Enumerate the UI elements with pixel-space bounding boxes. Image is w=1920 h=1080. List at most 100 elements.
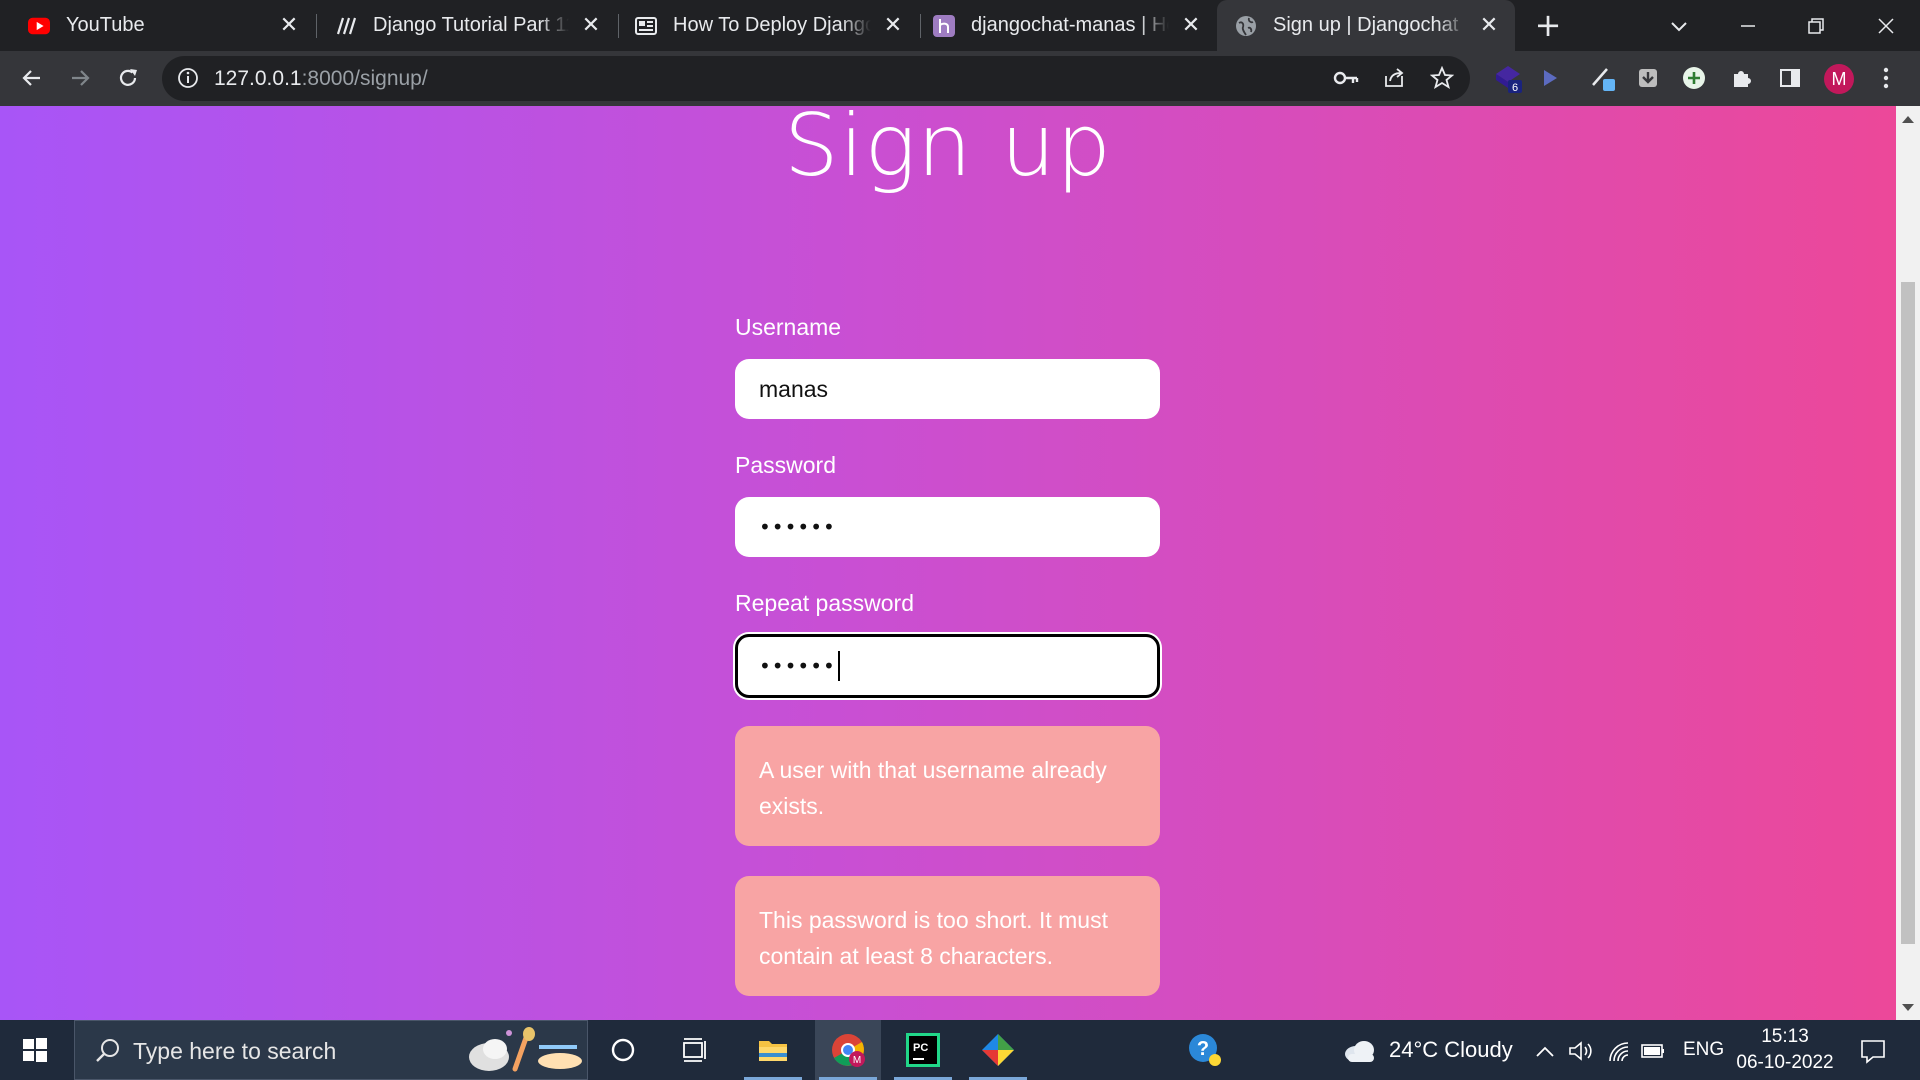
new-tab-button[interactable]: + — [1532, 9, 1564, 42]
taskbar-pycharm[interactable]: PC — [890, 1020, 956, 1080]
scroll-up-arrow-icon[interactable] — [1902, 116, 1914, 123]
repeat-password-input[interactable]: •••••• — [735, 634, 1160, 698]
language-indicator[interactable]: ENG — [1683, 1039, 1724, 1061]
scrollbar-thumb[interactable] — [1901, 282, 1915, 944]
menu-kebab-icon[interactable] — [1870, 62, 1902, 94]
tab-deploy-django[interactable]: How To Deploy Django A ✕ — [619, 0, 919, 51]
cortana-button[interactable] — [590, 1020, 656, 1080]
text-caret — [837, 651, 840, 681]
repeat-password-label: Repeat password — [735, 590, 914, 616]
puzzle-extensions-icon[interactable] — [1726, 62, 1758, 94]
scroll-down-arrow-icon[interactable] — [1902, 1004, 1914, 1011]
back-button[interactable] — [16, 62, 48, 94]
taskbar-help[interactable]: ? — [1172, 1020, 1238, 1080]
close-tab-icon[interactable]: ✕ — [1477, 13, 1501, 38]
extension-badge-count: 6 — [1512, 82, 1518, 94]
chevron-up-icon[interactable] — [1532, 1038, 1558, 1064]
tab-title: How To Deploy Django A — [673, 14, 871, 36]
share-icon[interactable] — [1378, 62, 1410, 94]
tab-title: djangochat-manas | Herok — [971, 14, 1169, 36]
globe-icon — [1235, 15, 1257, 37]
browser-toolbar: 127.0.0.1:8000/signup/ 6 M — [0, 51, 1920, 106]
tab-django-tutorial[interactable]: Django Tutorial Part 11: D ✕ — [317, 0, 617, 51]
clock-date: 06-10-2022 — [1736, 1052, 1834, 1073]
battery-icon[interactable] — [1640, 1038, 1666, 1064]
reload-icon — [119, 69, 137, 86]
wifi-icon[interactable] — [1606, 1038, 1632, 1064]
close-tab-icon[interactable]: ✕ — [277, 13, 301, 38]
taskbar-search-box[interactable]: Type here to search — [74, 1020, 588, 1080]
download-extension-icon[interactable] — [1632, 62, 1664, 94]
restore-button[interactable] — [1782, 0, 1850, 51]
close-tab-icon[interactable]: ✕ — [1179, 13, 1203, 38]
heroku-icon — [933, 14, 955, 37]
bookmark-star-icon[interactable] — [1426, 62, 1458, 94]
forward-button[interactable] — [64, 62, 96, 94]
windows-taskbar: Type here to search M PC ? 24°C Cloudy E… — [0, 1020, 1920, 1080]
notification-icon[interactable] — [1858, 1038, 1888, 1064]
tab-strip: YouTube ✕ Django Tutorial Part 11: D ✕ H… — [0, 0, 1920, 51]
tab-heroku[interactable]: djangochat-manas | Herok ✕ — [921, 0, 1217, 51]
arrow-left-icon — [22, 70, 40, 86]
restore-icon — [1808, 17, 1824, 34]
help-question-icon: ? — [1189, 1034, 1221, 1066]
tab-signup-active[interactable]: Sign up | Djangochat ✕ — [1217, 0, 1515, 51]
password-input[interactable]: •••••• — [735, 497, 1160, 557]
taskbar-file-explorer[interactable] — [740, 1020, 806, 1080]
plus-extension-icon[interactable] — [1678, 62, 1710, 94]
password-label: Password — [735, 452, 836, 478]
taskbar-clock[interactable]: 15:13 06-10-2022 — [1730, 1024, 1840, 1076]
minimize-icon — [1741, 24, 1755, 27]
chrome-icon: M — [832, 1034, 865, 1067]
minimize-button[interactable] — [1714, 0, 1782, 51]
repeat-password-value: •••••• — [759, 654, 836, 678]
close-tab-icon[interactable]: ✕ — [881, 13, 905, 38]
key-icon[interactable] — [1330, 62, 1362, 94]
taskbar-git-app[interactable] — [965, 1020, 1031, 1080]
article-icon — [635, 15, 657, 37]
cloud-weather-icon[interactable] — [1342, 1038, 1378, 1064]
close-window-button[interactable] — [1852, 0, 1920, 51]
svg-text:?: ? — [1197, 1038, 1209, 1060]
reload-button[interactable] — [112, 62, 144, 94]
tab-search-button[interactable] — [1665, 12, 1693, 40]
close-icon — [1878, 17, 1894, 34]
pycharm-icon: PC — [906, 1033, 940, 1067]
weather-text[interactable]: 24°C Cloudy — [1389, 1037, 1513, 1063]
tab-title: YouTube — [66, 14, 145, 36]
play-extension-icon[interactable] — [1534, 62, 1566, 94]
start-button[interactable] — [0, 1020, 70, 1080]
git-diamond-icon — [982, 1034, 1014, 1066]
profile-avatar[interactable]: M — [1824, 64, 1854, 94]
search-highlight-illustration-icon — [469, 1027, 582, 1072]
page-title: Sign up — [783, 106, 1113, 196]
arrow-right-icon — [72, 70, 90, 86]
password-value: •••••• — [759, 515, 836, 539]
search-icon — [95, 1037, 121, 1068]
volume-icon[interactable] — [1568, 1038, 1594, 1064]
task-view-button[interactable] — [662, 1020, 728, 1080]
address-bar[interactable]: 127.0.0.1:8000/signup/ — [162, 56, 1470, 101]
side-panel-icon[interactable] — [1774, 62, 1806, 94]
mdn-icon — [335, 15, 357, 37]
error-message-password: This password is too short. It must cont… — [735, 876, 1160, 996]
username-input[interactable]: manas — [735, 359, 1160, 419]
tab-youtube[interactable]: YouTube ✕ — [0, 0, 315, 51]
page-viewport: Sign up Username manas Password •••••• R… — [0, 106, 1896, 1020]
extension-badge-icon[interactable]: 6 — [1492, 62, 1524, 94]
username-label: Username — [735, 314, 842, 340]
error-message-username: A user with that username already exists… — [735, 726, 1160, 846]
pen-extension-icon[interactable] — [1588, 62, 1620, 94]
task-view-icon — [683, 1038, 706, 1062]
folder-icon — [759, 1041, 787, 1061]
url-path: :8000/signup/ — [301, 67, 428, 90]
clock-time: 15:13 — [1761, 1026, 1809, 1047]
vertical-scrollbar[interactable] — [1896, 106, 1920, 1020]
tab-title: Sign up | Djangochat — [1273, 14, 1459, 36]
taskbar-chrome[interactable]: M — [815, 1020, 881, 1080]
info-icon[interactable] — [172, 62, 204, 94]
svg-text:M: M — [853, 1055, 861, 1066]
close-tab-icon[interactable]: ✕ — [579, 13, 603, 38]
url-host: 127.0.0.1 — [214, 67, 302, 90]
chevron-down-icon — [1671, 22, 1687, 32]
